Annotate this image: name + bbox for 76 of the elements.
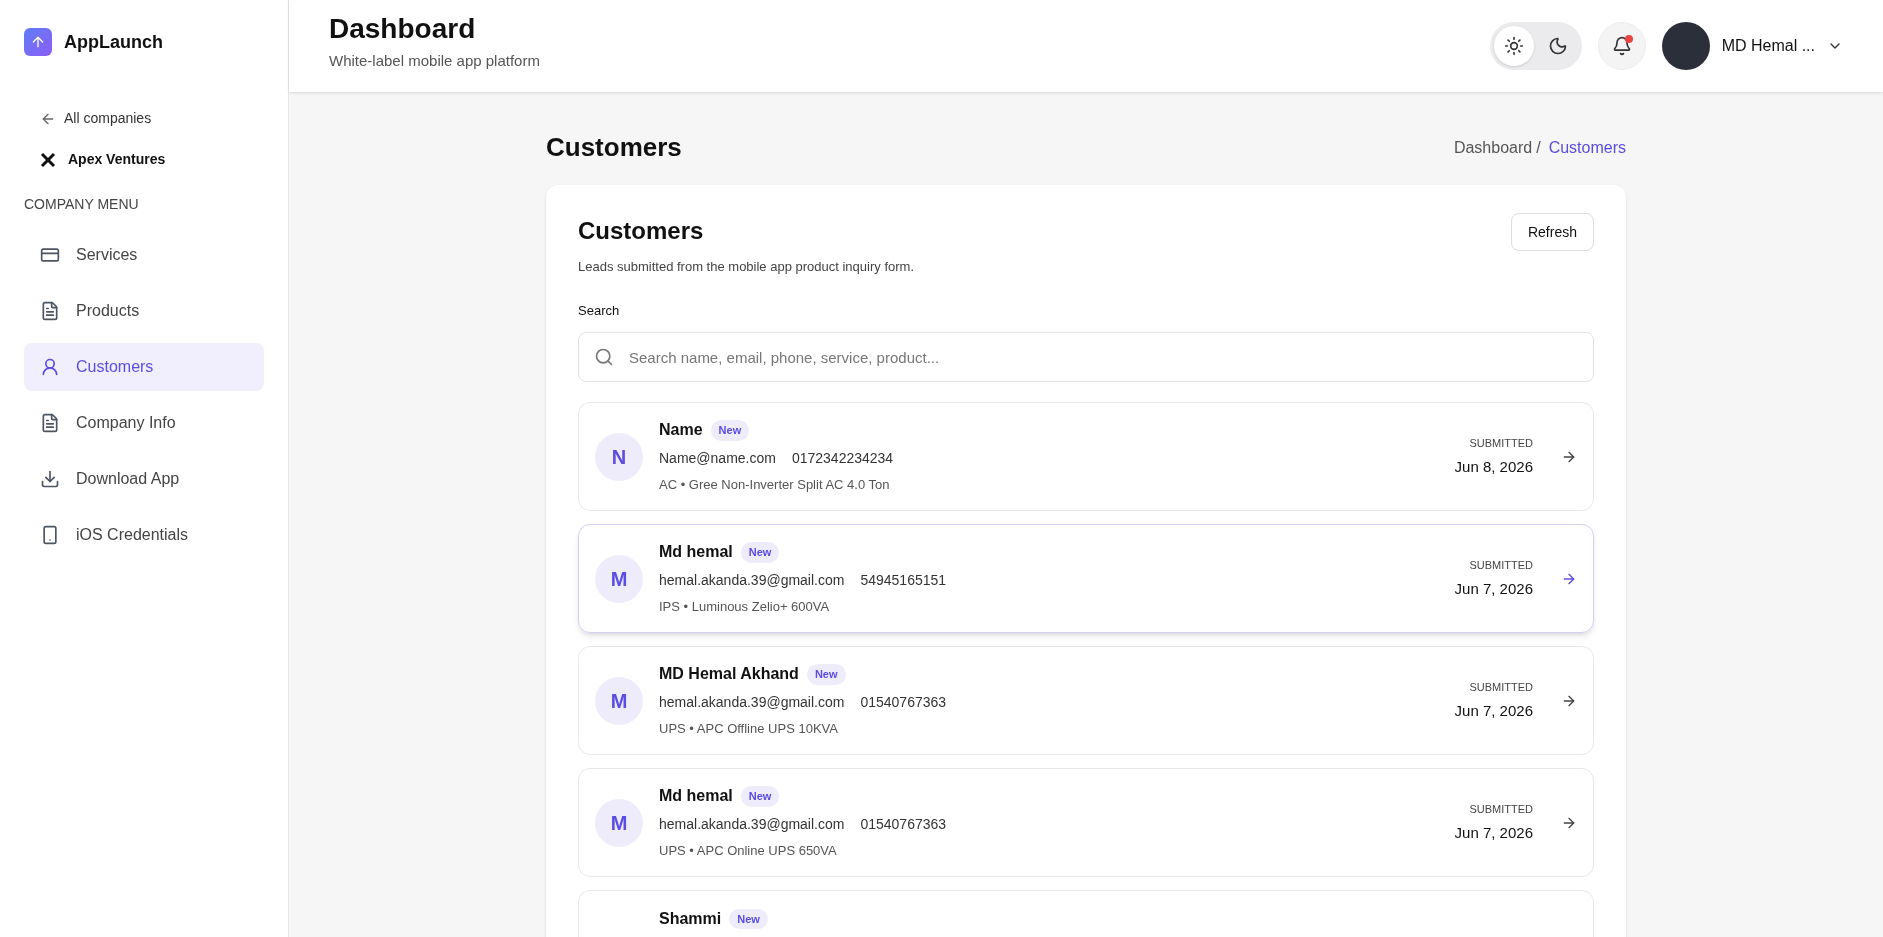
customer-phone: 0172342234234 — [791, 449, 894, 469]
search-label: Search — [578, 301, 621, 320]
brand-name: AppLaunch — [64, 30, 163, 54]
product-text: IPS • Luminous Zelio+ 600VA — [659, 598, 831, 617]
avatar-initial: M — [595, 554, 643, 603]
nav-item[interactable]: Products — [24, 287, 264, 335]
customer-email: hemal.akanda.39@gmail.com — [659, 815, 845, 835]
new-badge: New — [729, 908, 768, 930]
search-field[interactable]: Search name, email, phone, service, product... — [578, 332, 1594, 382]
customer-name: Md hemal — [659, 786, 733, 807]
customer-phone: 54945165151 — [860, 571, 947, 591]
customer-phone: 01540767363 — [860, 693, 947, 713]
submitted-label: SUBMITTED — [1469, 558, 1533, 573]
breadcrumb-link[interactable]: Customers — [1548, 135, 1626, 160]
customer-row[interactable]: M Md hemal New hemal.akanda.39@gmail.com 01540767363 UPS • APC Online UPS 650VA SUBMITTED Jun 7, 2026 — [578, 768, 1594, 877]
avatar-initial: M — [595, 798, 643, 847]
customer-name: Shammi — [659, 909, 722, 929]
section-heading: Customers — [546, 131, 682, 164]
nav-item[interactable]: iOS Credentials — [24, 511, 264, 559]
page-subtitle: White-label mobile app platform — [329, 51, 540, 72]
nav-item[interactable]: Customers — [24, 343, 264, 391]
product-text: UPS • APC Online UPS 650VA — [659, 842, 838, 861]
product-text: UPS • APC Offline UPS 10KVA — [659, 720, 839, 739]
notifications-button[interactable] — [1597, 22, 1646, 70]
customer-name: Name — [659, 420, 703, 441]
nav-item[interactable]: Services — [24, 231, 264, 279]
customer-email: hemal.akanda.39@gmail.com — [659, 693, 845, 713]
nav-item[interactable]: Company Info — [24, 399, 264, 447]
moon-icon — [1547, 36, 1568, 56]
submitted-label: SUBMITTED — [1469, 802, 1533, 817]
sun-icon — [1503, 36, 1524, 56]
refresh-button[interactable]: Refresh — [1510, 213, 1594, 251]
customer-email: Name@name.com — [659, 449, 776, 469]
customer-email: hemal.akanda.39@gmail.com — [659, 571, 845, 591]
breadcrumb-separator: / — [1536, 137, 1541, 158]
back-link[interactable]: All companies — [40, 108, 264, 129]
submitted-label: SUBMITTED — [1469, 436, 1533, 451]
card-description: Leads submitted from the mobile app product inquiry form. — [578, 258, 914, 276]
search-icon — [594, 347, 614, 367]
avatar — [1661, 22, 1710, 70]
submitted-label: SUBMITTED — [1469, 680, 1533, 695]
document-icon — [40, 301, 60, 321]
user-icon — [40, 357, 60, 377]
new-badge: New — [740, 542, 780, 563]
company-name: Apex Ventures — [68, 150, 166, 169]
card-icon — [40, 245, 60, 265]
customer-phone: 01540767363 — [860, 815, 947, 835]
company-logo-icon — [40, 151, 56, 168]
user-menu[interactable]: MD Hemal ... — [1661, 22, 1843, 70]
submitted-date: Jun 7, 2026 — [1454, 700, 1533, 721]
breadcrumb-link[interactable]: Dashboard — [1453, 135, 1533, 160]
nav-item[interactable]: Download App — [24, 455, 264, 503]
download-icon — [40, 469, 60, 489]
avatar-initial: N — [595, 432, 643, 481]
bell-icon — [1611, 36, 1632, 56]
submitted-date: Jun 7, 2026 — [1454, 822, 1533, 843]
customer-name: Md hemal — [659, 542, 733, 563]
submitted-date: Jun 7, 2026 — [1454, 578, 1533, 599]
new-badge: New — [710, 420, 750, 441]
customer-row[interactable]: M MD Hemal Akhand New hemal.akanda.39@gmail.com 01540767363 UPS • APC Offline UPS 10KVA SUBMITTED Jun 7, 2026 — [578, 646, 1594, 755]
avatar-initial: M — [595, 676, 643, 725]
document-icon — [40, 413, 60, 433]
sun-button[interactable] — [1493, 26, 1534, 66]
customer-row[interactable]: N Name New Name@name.com 0172342234234 AC • Gree Non-Inverter Split AC 4.0 Ton SUBMITTED Jun 8, 2026 — [578, 402, 1594, 511]
section-title: COMPANY MENU — [24, 195, 140, 214]
customer-name: MD Hemal Akhand — [659, 664, 799, 685]
customer-row[interactable]: Shammi New — [578, 890, 1594, 937]
product-text: AC • Gree Non-Inverter Split AC 4.0 Ton — [659, 476, 891, 495]
card-title: Customers — [578, 216, 705, 246]
new-badge: New — [806, 664, 846, 685]
new-badge: New — [740, 786, 780, 807]
submitted-date: Jun 8, 2026 — [1454, 456, 1533, 477]
phone-icon — [40, 525, 60, 545]
logo-icon — [24, 28, 52, 56]
page-heading: Dashboard — [329, 12, 477, 47]
customer-row[interactable]: M Md hemal New hemal.akanda.39@gmail.com 54945165151 IPS • Luminous Zelio+ 600VA SUBMITTED Jun 7, 2026 — [578, 524, 1594, 633]
